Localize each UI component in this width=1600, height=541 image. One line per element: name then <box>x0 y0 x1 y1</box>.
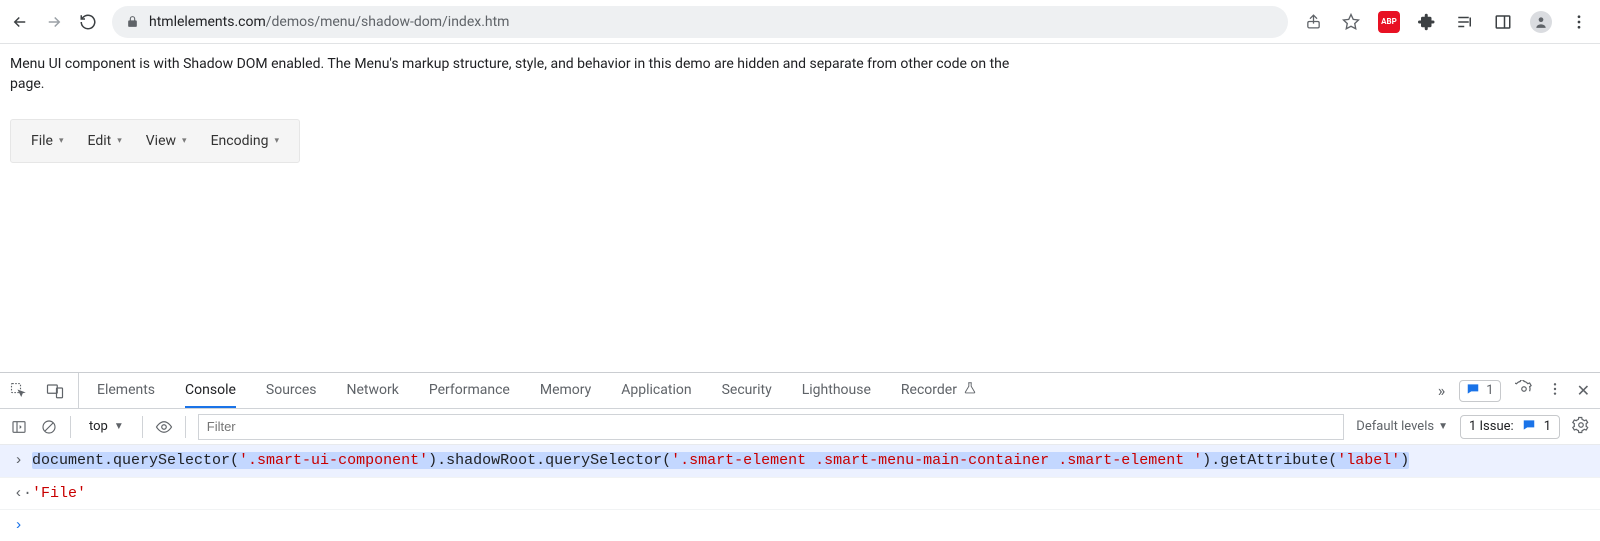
share-icon[interactable] <box>1302 11 1324 33</box>
console-result-row: ‹· 'File' <box>0 478 1600 510</box>
extensions-icon[interactable] <box>1416 11 1438 33</box>
chevron-down-icon: ▾ <box>117 136 122 146</box>
chevron-down-icon: ▼ <box>1438 421 1448 432</box>
tab-sources[interactable]: Sources <box>266 373 317 408</box>
console-result-text: 'File' <box>32 482 1590 505</box>
devtools-panel: Elements Console Sources Network Perform… <box>0 372 1600 541</box>
clear-console-icon[interactable] <box>40 418 58 436</box>
message-icon <box>1522 418 1536 436</box>
menu-item-file[interactable]: File ▾ <box>19 120 76 162</box>
page-content: Menu UI component is with Shadow DOM ena… <box>0 44 1600 163</box>
devtools-close-icon[interactable]: ✕ <box>1577 381 1590 400</box>
result-prompt-icon: ‹· <box>14 482 32 505</box>
execution-context-select[interactable]: top ▼ <box>83 417 130 436</box>
console-body: › document.querySelector('.smart-ui-comp… <box>0 445 1600 541</box>
context-label: top <box>89 419 108 434</box>
tab-console[interactable]: Console <box>185 373 236 408</box>
menu-item-label: View <box>146 133 176 149</box>
sidebar-toggle-icon[interactable] <box>10 418 28 436</box>
input-prompt-icon: › <box>14 449 32 472</box>
chevron-down-icon: ▾ <box>182 136 187 146</box>
address-bar[interactable]: htmlelements.com/demos/menu/shadow-dom/i… <box>112 6 1288 38</box>
log-level-select[interactable]: Default levels ▼ <box>1356 419 1448 434</box>
experimental-flask-icon <box>963 381 977 399</box>
lock-icon <box>126 15 139 28</box>
device-toolbar-icon[interactable] <box>46 382 64 400</box>
tab-lighthouse[interactable]: Lighthouse <box>802 373 871 408</box>
console-settings-icon[interactable] <box>1572 416 1590 438</box>
chevron-down-icon: ▾ <box>274 136 279 146</box>
tab-recorder[interactable]: Recorder <box>901 373 977 408</box>
inspect-element-icon[interactable] <box>10 382 28 400</box>
messages-count: 1 <box>1486 383 1493 398</box>
live-expression-icon[interactable] <box>155 418 173 436</box>
browser-menu-icon[interactable] <box>1568 11 1590 33</box>
issues-label: 1 Issue: <box>1469 419 1514 434</box>
reload-button[interactable] <box>78 12 98 32</box>
devtools-settings-icon[interactable] <box>1515 380 1533 402</box>
more-tabs-chevron[interactable]: » <box>1438 381 1446 400</box>
console-empty-prompt[interactable]: › <box>0 510 1600 541</box>
forward-button[interactable] <box>44 12 64 32</box>
issues-badge[interactable]: 1 Issue: 1 <box>1460 415 1560 439</box>
level-label: Default levels <box>1356 419 1434 434</box>
input-prompt-icon: › <box>14 514 32 537</box>
menu-item-label: Encoding <box>211 133 269 149</box>
bookmark-star-icon[interactable] <box>1340 11 1362 33</box>
abp-extension-icon[interactable]: ABP <box>1378 11 1400 33</box>
tab-performance[interactable]: Performance <box>429 373 510 408</box>
chevron-down-icon: ▼ <box>114 421 124 432</box>
browser-toolbar: htmlelements.com/demos/menu/shadow-dom/i… <box>0 0 1600 44</box>
tab-memory[interactable]: Memory <box>540 373 591 408</box>
message-icon <box>1466 382 1480 400</box>
issues-count: 1 <box>1544 419 1551 434</box>
devtools-tabs: Elements Console Sources Network Perform… <box>0 373 1600 409</box>
tab-security[interactable]: Security <box>722 373 772 408</box>
devtools-more-icon[interactable] <box>1547 381 1563 401</box>
page-description: Menu UI component is with Shadow DOM ena… <box>10 54 1034 95</box>
profile-avatar[interactable] <box>1530 11 1552 33</box>
panel-layout-icon[interactable] <box>1492 11 1514 33</box>
back-button[interactable] <box>10 12 30 32</box>
tab-network[interactable]: Network <box>347 373 399 408</box>
console-toolbar: top ▼ Default levels ▼ 1 Issue: 1 <box>0 409 1600 445</box>
reading-list-icon[interactable] <box>1454 11 1476 33</box>
messages-badge[interactable]: 1 <box>1459 380 1500 402</box>
chevron-down-icon: ▾ <box>59 136 64 146</box>
menu-item-edit[interactable]: Edit ▾ <box>76 120 134 162</box>
filter-input[interactable] <box>198 414 1345 440</box>
menu-item-encoding[interactable]: Encoding ▾ <box>199 120 291 162</box>
console-input-row[interactable]: › document.querySelector('.smart-ui-comp… <box>0 445 1600 477</box>
url-text: htmlelements.com/demos/menu/shadow-dom/i… <box>149 14 509 30</box>
tab-elements[interactable]: Elements <box>97 373 155 408</box>
console-input-text: document.querySelector('.smart-ui-compon… <box>32 449 1590 472</box>
menu-bar: File ▾ Edit ▾ View ▾ Encoding ▾ <box>10 119 300 163</box>
menu-item-view[interactable]: View ▾ <box>134 120 199 162</box>
menu-item-label: Edit <box>88 133 112 149</box>
tab-application[interactable]: Application <box>621 373 691 408</box>
menu-item-label: File <box>31 133 53 149</box>
